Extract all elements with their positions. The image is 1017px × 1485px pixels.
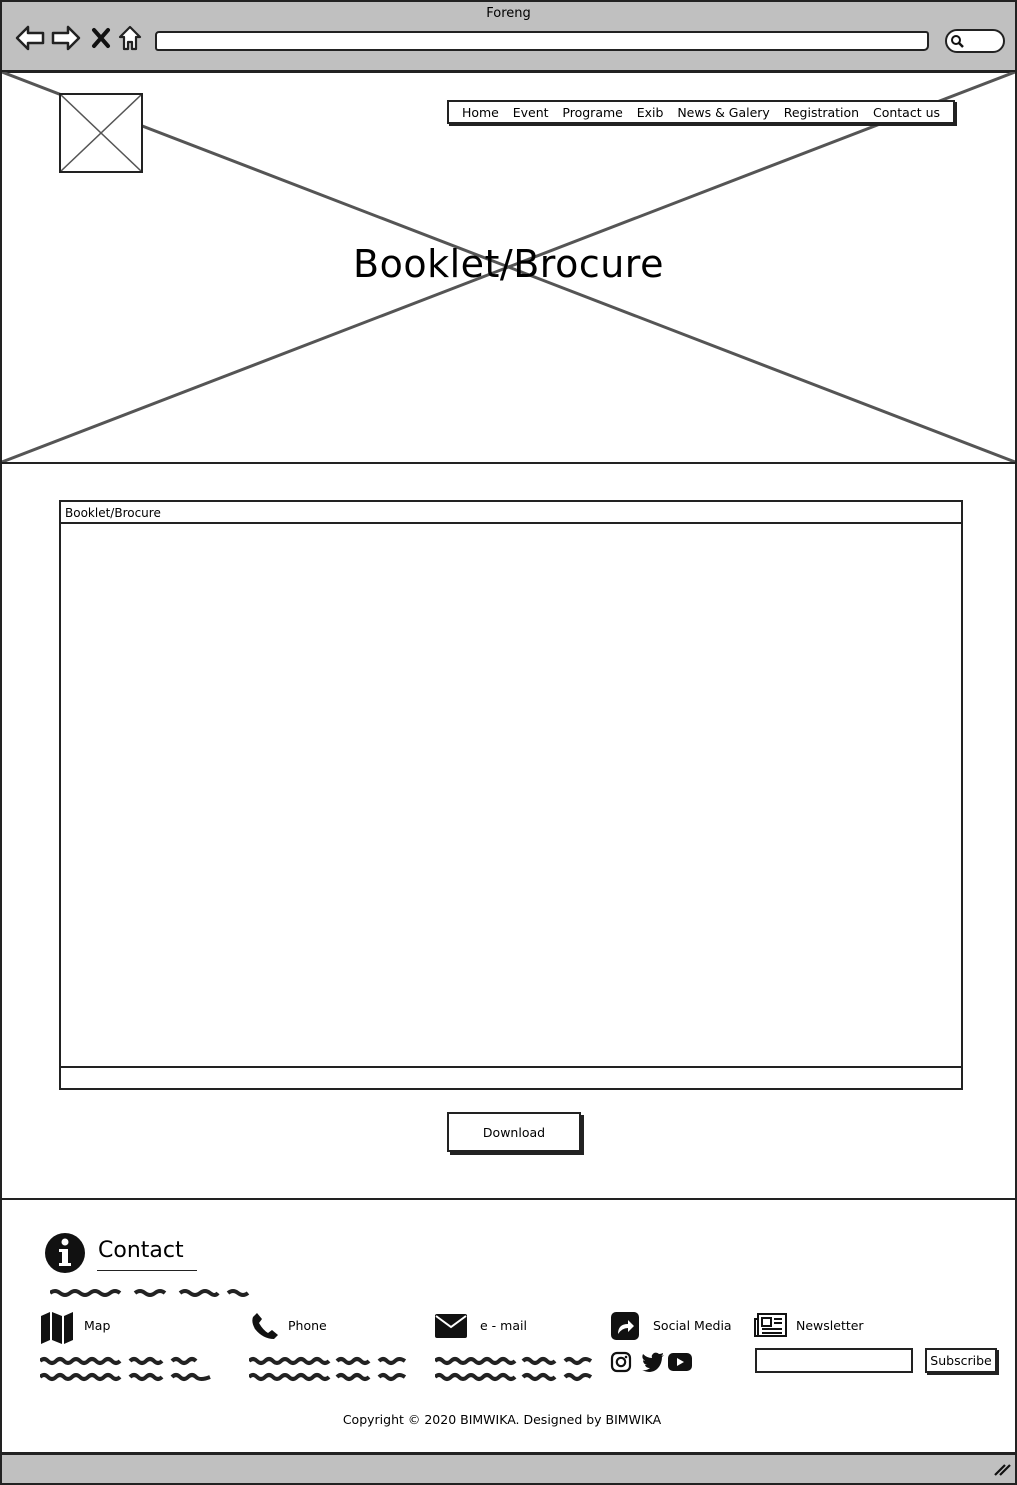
browser-status-bar	[0, 1452, 1017, 1485]
back-arrow-icon[interactable]	[14, 22, 46, 54]
copyright-text: Copyright © 2020 BIMWIKA. Designed by BI…	[342, 1412, 662, 1427]
map-label: Map	[84, 1318, 111, 1333]
viewer-title: Booklet/Brocure	[61, 502, 961, 524]
nav-item-event[interactable]: Event	[513, 105, 549, 120]
phone-text-scribble	[247, 1355, 409, 1389]
share-icon	[610, 1311, 640, 1345]
download-button[interactable]: Download	[447, 1112, 581, 1152]
phone-icon	[251, 1312, 279, 1344]
nav-item-home[interactable]: Home	[462, 105, 499, 120]
footer-divider	[2, 1198, 1015, 1200]
map-icon	[40, 1310, 74, 1348]
newspaper-icon	[754, 1312, 788, 1342]
contact-description-scribble	[48, 1283, 250, 1302]
address-bar[interactable]	[155, 31, 929, 51]
home-icon[interactable]	[114, 22, 146, 54]
info-icon	[43, 1231, 87, 1279]
twitter-icon[interactable]	[641, 1352, 665, 1376]
booklet-viewer[interactable]: Booklet/Brocure	[59, 500, 963, 1090]
resize-grip-icon[interactable]	[993, 1462, 1011, 1481]
instagram-icon[interactable]	[610, 1351, 632, 1377]
contact-heading: Contact	[98, 1238, 184, 1263]
nav-item-exib[interactable]: Exib	[637, 105, 664, 120]
nav-item-programe[interactable]: Programe	[562, 105, 622, 120]
envelope-icon	[434, 1313, 468, 1343]
map-text-scribble	[38, 1355, 220, 1389]
close-icon[interactable]	[85, 22, 117, 54]
phone-label: Phone	[288, 1318, 327, 1333]
nav-item-news-galery[interactable]: News & Galery	[677, 105, 770, 120]
browser-search-field[interactable]	[945, 29, 1005, 53]
main-navigation: Home Event Programe Exib News & Galery R…	[447, 100, 955, 124]
window-title: Foreng	[486, 6, 531, 21]
contact-underline	[97, 1270, 197, 1271]
email-label: e - mail	[480, 1318, 527, 1333]
viewer-footer-bar	[61, 1066, 961, 1088]
newsletter-email-input[interactable]	[755, 1348, 913, 1373]
newsletter-label: Newsletter	[796, 1318, 864, 1333]
search-icon	[951, 35, 964, 48]
hero-title: Booklet/Brocure	[353, 242, 664, 286]
youtube-icon[interactable]	[667, 1352, 693, 1376]
subscribe-button[interactable]: Subscribe	[925, 1348, 997, 1373]
nav-item-contact-us[interactable]: Contact us	[873, 105, 940, 120]
social-media-label: Social Media	[653, 1318, 732, 1333]
forward-arrow-icon[interactable]	[50, 22, 82, 54]
email-text-scribble	[433, 1355, 595, 1389]
nav-item-registration[interactable]: Registration	[784, 105, 859, 120]
logo-placeholder[interactable]	[59, 93, 143, 173]
